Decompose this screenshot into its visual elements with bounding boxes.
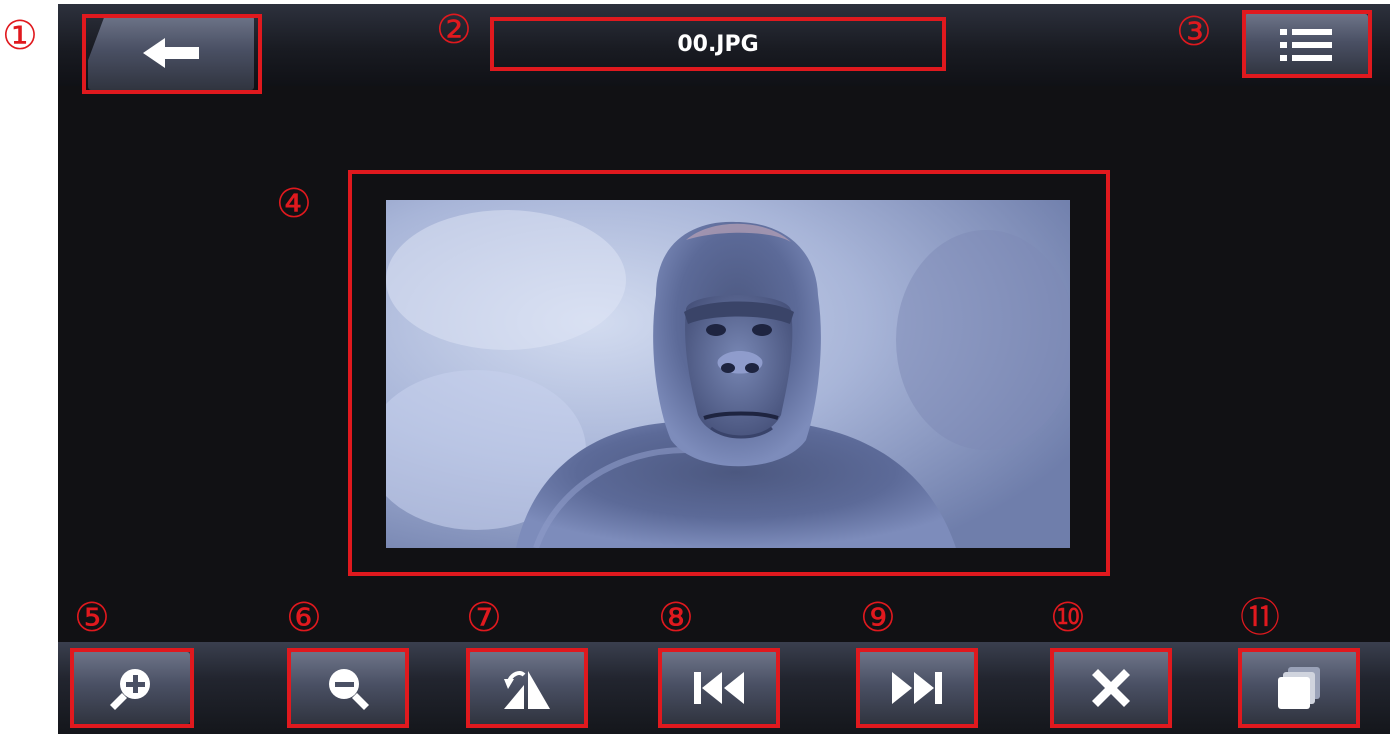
marker-6: ⑥: [286, 595, 322, 641]
rotate-button[interactable]: [468, 652, 586, 724]
skip-previous-icon: [692, 670, 746, 706]
zoom-in-icon: [108, 665, 154, 711]
marker-7: ⑦: [466, 595, 502, 641]
slideshow-icon: [1276, 665, 1322, 711]
skip-next-icon: [890, 670, 944, 706]
slideshow-button[interactable]: [1240, 652, 1358, 724]
marker-11: ⑪: [1240, 595, 1280, 641]
arrow-left-icon: [143, 38, 199, 68]
zoom-out-icon: [325, 665, 371, 711]
marker-10: ⑩: [1050, 595, 1086, 641]
marker-9: ⑨: [860, 595, 896, 641]
photo-display[interactable]: [386, 200, 1070, 548]
rotate-icon: [502, 667, 552, 709]
previous-button[interactable]: [660, 652, 778, 724]
close-button[interactable]: [1052, 652, 1170, 724]
close-icon: [1092, 669, 1130, 707]
marker-1: ①: [2, 13, 38, 59]
marker-5: ⑤: [74, 595, 110, 641]
gorilla-photo: [386, 200, 1070, 548]
marker-2: ②: [436, 7, 472, 53]
next-button[interactable]: [858, 652, 976, 724]
back-button[interactable]: [88, 16, 254, 90]
marker-8: ⑧: [658, 595, 694, 641]
marker-3: ③: [1176, 9, 1212, 55]
list-menu-icon: [1280, 27, 1332, 63]
marker-4: ④: [276, 181, 312, 227]
menu-button[interactable]: [1244, 14, 1368, 76]
file-title: 00.JPG: [677, 31, 759, 57]
zoom-out-button[interactable]: [289, 652, 407, 724]
zoom-in-button[interactable]: [72, 652, 190, 724]
